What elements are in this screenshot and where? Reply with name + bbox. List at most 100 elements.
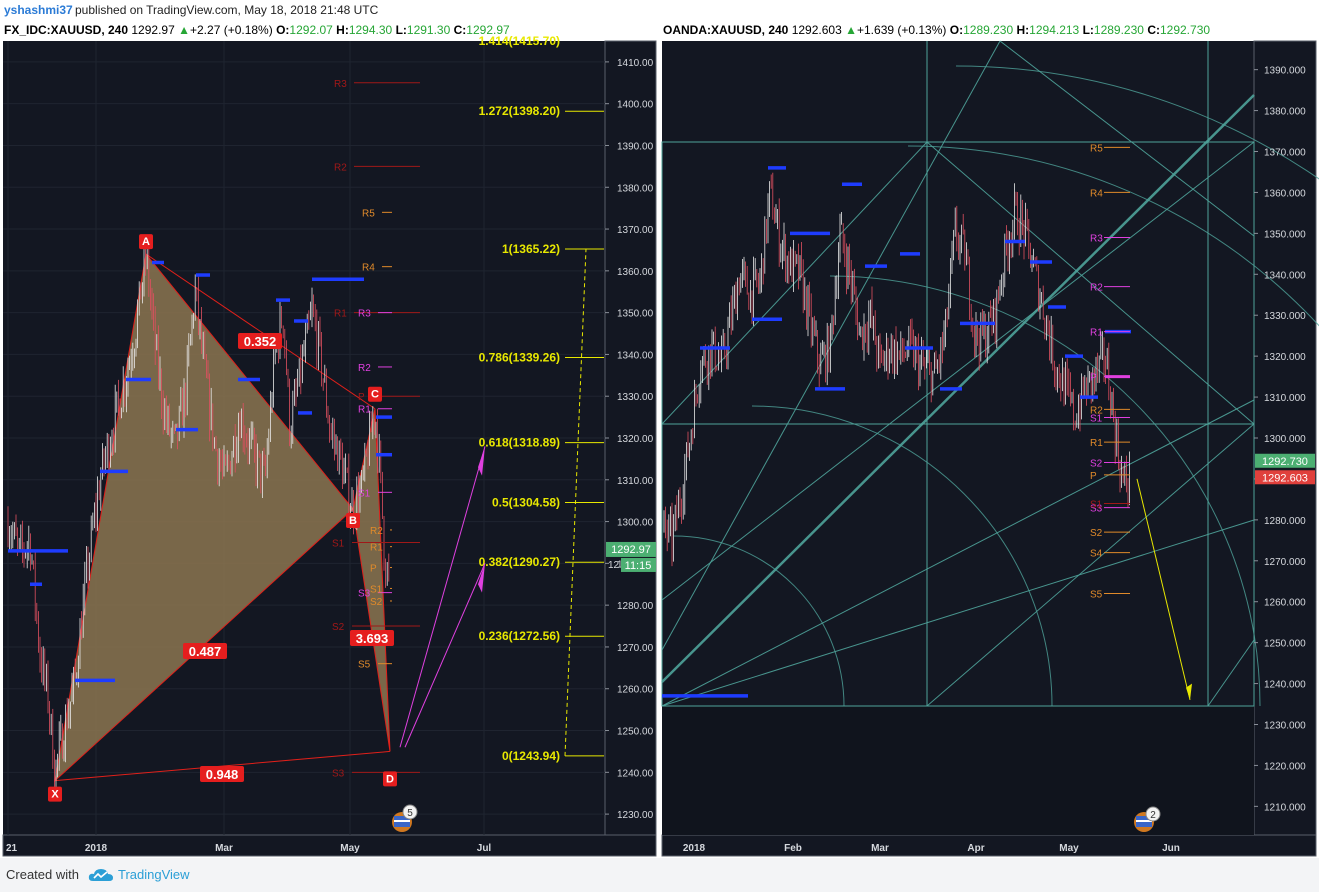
harmonic-ratio-label: 0.948 [206,767,239,782]
left-pivot-label: R2 [358,363,371,374]
harmonic-ratio-label: 0.487 [189,644,222,659]
left-x-tick-label: Mar [215,843,233,854]
harmonic-ratio-label: 0.352 [244,334,277,349]
right-pivot-label: R1 [1090,438,1103,449]
left-y-tick-label: 1280.00 [617,601,654,612]
right-y-tick-label: 1260.000 [1264,598,1306,609]
right-y-tick-label: 1300.000 [1264,434,1306,445]
left-y-tick-label: 1410.00 [617,58,654,69]
left-pivot-label: S1 [332,538,345,549]
left-price-tag-partial: 12 [608,560,620,571]
left-y-tick-label: 1350.00 [617,309,654,320]
left-pivot-label: R5 [362,208,375,219]
right-pivot-label: S4 [1090,549,1103,560]
left-y-tick-label: 1250.00 [617,727,654,738]
right-pivot-label: S2 [1090,459,1103,470]
fib-level-label: 0.382(1290.27) [479,555,560,569]
left-y-tick-label: 1310.00 [617,476,654,487]
right-pivot-label: R5 [1090,143,1103,154]
right-y-tick-label: 1320.000 [1264,352,1306,363]
fib-level-label: 0.786(1339.26) [479,351,560,365]
right-y-tick-label: 1280.000 [1264,516,1306,527]
right-x-tick-label: Mar [871,843,889,854]
event-count-text: 5 [407,808,413,819]
right-pivot-label: R3 [1090,233,1103,244]
fib-level-label: 0.236(1272.56) [479,629,560,643]
harmonic-point-label: B [349,515,357,527]
fib-level-label: 1.272(1398.20) [479,104,560,118]
left-y-tick-label: 1330.00 [617,392,654,403]
right-y-tick-label: 1370.000 [1264,148,1306,159]
left-pivot-label: S1 [358,488,371,499]
right-y-tick-label: 1340.000 [1264,270,1306,281]
charts-canvas[interactable]: 1410.00 1400.00 1390.00 1380.00 1370.00 1360.… [0,0,1319,858]
left-pivot-label: S2 [370,597,383,608]
fib-level-label: 0(1243.94) [502,749,560,763]
right-y-tick-label: 1310.000 [1264,393,1306,404]
left-pivot-label: P [370,564,377,575]
right-y-tick-label: 1250.000 [1264,639,1306,650]
left-x-tick-label: Jul [477,843,492,854]
left-y-tick-label: 1370.00 [617,225,654,236]
fib-level-label: 0.5(1304.58) [492,495,560,509]
right-pivot-label: P [1090,471,1097,482]
left-pivot-label: P [358,392,365,403]
right-y-tick-label: 1270.000 [1264,557,1306,568]
left-price-tag-text: 1292.97 [611,544,651,556]
left-x-tick-label: May [340,843,360,854]
right-price-tag-green-text: 1292.730 [1262,456,1308,468]
left-pivot-label: S3 [332,768,345,779]
left-y-tick-label: 1390.00 [617,141,654,152]
harmonic-point-label: A [142,236,150,248]
left-pivot-label: S1 [370,584,383,595]
created-with-label: Created with [6,867,79,882]
left-y-tick-label: 1230.00 [617,810,654,821]
right-x-tick-label: May [1059,843,1079,854]
left-pivot-label: R4 [362,263,375,274]
right-y-tick-label: 1360.000 [1264,188,1306,199]
left-y-tick-label: 1300.00 [617,518,654,529]
right-pivot-label: S1 [1090,499,1103,510]
left-pivot-label: R3 [358,309,371,320]
left-y-tick-label: 1240.00 [617,768,654,779]
right-pivot-label: R1 [1090,328,1103,339]
right-y-tick-label: 1350.000 [1264,229,1306,240]
left-x-tick-label: 21 [6,843,18,854]
left-x-tick-label: 2018 [85,843,108,854]
right-y-tick-label: 1330.000 [1264,311,1306,322]
fib-level-label: 1(1365.22) [502,242,560,256]
left-y-tick-label: 1270.00 [617,643,654,654]
right-y-tick-label: 1380.000 [1264,107,1306,118]
right-time-axis[interactable] [661,834,1317,857]
harmonic-point-label: C [371,389,379,401]
right-price-tag-red-text: 1292.603 [1262,472,1308,484]
right-pivot-label: S1 [1090,414,1103,425]
left-pivot-label: R1 [358,405,371,416]
tradingview-link[interactable]: TradingView [118,867,190,882]
left-pivot-label: R1 [334,309,347,320]
right-pivot-label: S2 [1090,528,1103,539]
right-x-tick-label: Jun [1162,843,1180,854]
right-y-tick-label: 1220.000 [1264,761,1306,772]
right-pivot-label: R2 [1090,283,1103,294]
left-pivot-label: R2 [334,162,347,173]
left-pivot-label: S2 [332,622,345,633]
event-count-text: 2 [1150,810,1156,821]
right-y-tick-label: 1240.000 [1264,680,1306,691]
right-y-tick-label: 1230.000 [1264,720,1306,731]
left-pivot-label: R3 [334,79,347,90]
right-lower-strip [662,706,1254,835]
harmonic-ratio-label: 3.693 [356,631,389,646]
left-y-tick-label: 1260.00 [617,685,654,696]
right-x-tick-label: 2018 [683,843,706,854]
left-y-tick-label: 1380.00 [617,183,654,194]
fib-level-label: 0.618(1318.89) [479,436,560,450]
fib-level-label: 1.414(1415.70) [479,34,560,48]
right-y-tick-label: 1390.000 [1264,66,1306,77]
left-time-tag-text: 11:15 [625,560,652,572]
left-y-tick-label: 1400.00 [617,100,654,111]
right-pivot-label: P [1090,373,1097,384]
harmonic-point-label: X [51,789,59,801]
left-y-tick-label: 1340.00 [617,350,654,361]
left-y-tick-label: 1320.00 [617,434,654,445]
